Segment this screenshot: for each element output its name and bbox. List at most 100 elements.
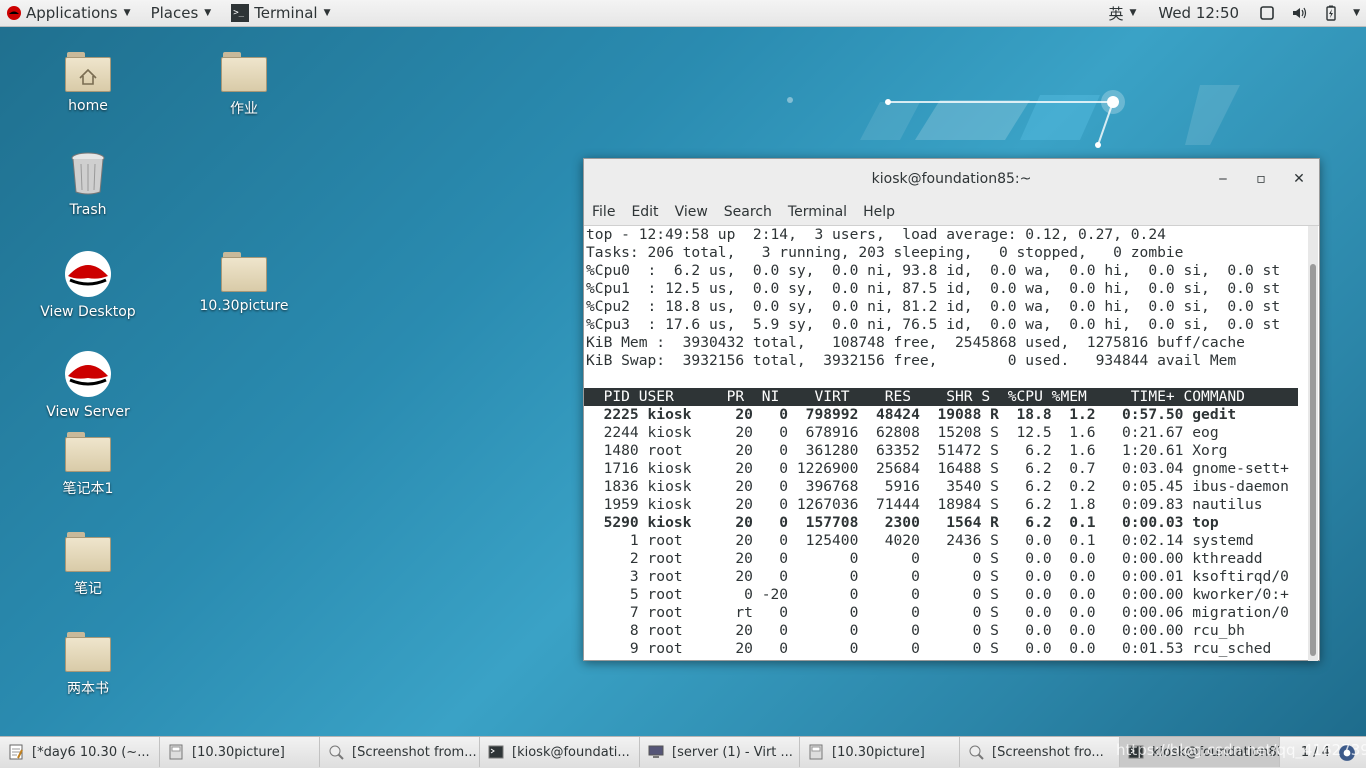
desktop-icon-notes[interactable]: 笔记 — [28, 532, 148, 598]
file-manager-icon — [809, 744, 823, 760]
terminal-icon — [488, 745, 504, 759]
chevron-down-icon: ▼ — [204, 8, 212, 18]
text-editor-icon — [9, 744, 23, 760]
terminal-menubar: File Edit View Search Terminal Help — [584, 199, 1319, 226]
clock[interactable]: Wed 12:50 — [1152, 0, 1245, 27]
process-row: 8 root 20 0 0 0 0 S 0.0 0.0 0:00.00 rcu_… — [586, 622, 1245, 639]
places-label: Places — [150, 4, 199, 22]
process-row: 2 root 20 0 0 0 0 S 0.0 0.0 0:00.00 kthr… — [586, 550, 1263, 567]
top-swap-line: KiB Swap: 3932156 total, 3932156 free, 0… — [586, 352, 1237, 369]
menu-terminal[interactable]: Terminal — [788, 204, 847, 220]
process-row: 2244 kiosk 20 0 678916 62808 15208 S 12.… — [586, 424, 1219, 441]
desktop-icon-label: View Desktop — [40, 304, 136, 320]
terminal-scrollbar[interactable] — [1308, 226, 1318, 661]
chevron-down-icon: ▼ — [323, 8, 331, 18]
folder-icon — [65, 632, 111, 672]
terminal-icon: >_ — [231, 4, 250, 22]
file-manager-icon — [169, 744, 183, 760]
process-row: 2225 kiosk 20 0 798992 48424 19088 R 18.… — [586, 406, 1237, 423]
task-1030picture[interactable]: [10.30picture] — [160, 737, 320, 767]
desktop-icon-notebook1[interactable]: 笔记本1 — [28, 432, 148, 498]
menu-file[interactable]: File — [592, 204, 615, 220]
desktop-icon-view-desktop[interactable]: View Desktop — [28, 250, 148, 320]
input-method-menu[interactable]: 英 ▼ — [1102, 0, 1142, 27]
power-menu[interactable]: ▼ — [1347, 0, 1366, 27]
terminal-window[interactable]: kiosk@foundation85:~ ‒ ▫ ✕ File Edit Vie… — [583, 158, 1320, 661]
task-label: [10.30picture] — [832, 744, 925, 760]
redhat-icon — [65, 351, 111, 397]
task-gedit[interactable]: [*day6 10.30 (~... — [0, 737, 160, 767]
trash-icon — [71, 152, 105, 195]
desktop-icon-home[interactable]: home — [28, 52, 148, 114]
desktop-icon-trash[interactable]: Trash — [28, 150, 148, 218]
maximize-icon[interactable]: ▫ — [1252, 170, 1270, 188]
top-mem-line: KiB Mem : 3930432 total, 108748 free, 25… — [586, 334, 1245, 351]
places-menu[interactable]: Places ▼ — [145, 0, 218, 27]
folder-icon — [65, 432, 111, 472]
clock-label: Wed 12:50 — [1158, 4, 1240, 22]
desktop-icon-label: 笔记本1 — [62, 481, 114, 497]
watermark: https://blog.csdn.net/qq_41627390 — [1116, 741, 1366, 759]
image-viewer-icon — [969, 745, 984, 760]
task-terminal[interactable]: [kiosk@foundati... — [480, 737, 640, 767]
top-tasks-line: Tasks: 206 total, 3 running, 203 sleepin… — [586, 244, 1184, 261]
chevron-down-icon: ▼ — [1353, 8, 1360, 18]
process-table-header: PID USER PR NI VIRT RES SHR S %CPU %MEM … — [584, 388, 1298, 406]
applications-menu[interactable]: Applications ▼ — [0, 0, 137, 27]
task-label: [server (1) - Virt ... — [672, 744, 793, 760]
top-uptime-line: top - 12:49:58 up 2:14, 3 users, load av… — [586, 226, 1166, 243]
task-1030picture-2[interactable]: [10.30picture] — [800, 737, 960, 767]
terminal-app-menu[interactable]: >_ Terminal ▼ — [225, 0, 336, 27]
desktop-icon-label: Trash — [69, 202, 107, 218]
window-icon[interactable] — [1259, 5, 1275, 21]
task-virt-manager[interactable]: [server (1) - Virt ... — [640, 737, 800, 767]
process-row: 5 root 0 -20 0 0 0 S 0.0 0.0 0:00.00 kwo… — [586, 586, 1289, 603]
menu-edit[interactable]: Edit — [631, 204, 658, 220]
desktop-icon-view-server[interactable]: View Server — [28, 350, 148, 420]
menu-search[interactable]: Search — [724, 204, 772, 220]
close-icon[interactable]: ✕ — [1290, 170, 1308, 188]
applications-label: Applications — [26, 4, 118, 22]
desktop-icon-two-books[interactable]: 两本书 — [28, 632, 148, 698]
top-cpu3-line: %Cpu3 : 17.6 us, 5.9 sy, 0.0 ni, 76.5 id… — [586, 316, 1281, 333]
task-screenshot-2[interactable]: [Screenshot fro... — [960, 737, 1120, 767]
terminal-app-label: Terminal — [254, 4, 318, 22]
desktop-icon-1030picture[interactable]: 10.30picture — [184, 252, 304, 314]
redhat-icon — [7, 6, 21, 20]
process-row: 3 root 20 0 0 0 0 S 0.0 0.0 0:00.01 ksof… — [586, 568, 1289, 585]
process-row: 1 root 20 0 125400 4020 2436 S 0.0 0.1 0… — [586, 532, 1254, 549]
battery-icon[interactable] — [1323, 5, 1339, 21]
menu-help[interactable]: Help — [863, 204, 895, 220]
volume-icon[interactable] — [1291, 5, 1307, 21]
image-viewer-icon — [329, 745, 344, 760]
desktop-icon-label: home — [68, 98, 108, 114]
task-label: [Screenshot from... — [352, 744, 477, 760]
scrollbar-thumb[interactable] — [1310, 264, 1316, 656]
top-cpu1-line: %Cpu1 : 12.5 us, 0.0 sy, 0.0 ni, 87.5 id… — [586, 280, 1281, 297]
desktop-icon-label: View Server — [46, 404, 130, 420]
monitor-icon — [648, 745, 664, 758]
window-title: kiosk@foundation85:~ — [871, 171, 1032, 187]
process-row: 7 root rt 0 0 0 0 S 0.0 0.0 0:00.06 migr… — [586, 604, 1289, 621]
terminal-output[interactable]: top - 12:49:58 up 2:14, 3 users, load av… — [584, 226, 1310, 661]
folder-icon — [65, 532, 111, 572]
process-row: 1716 kiosk 20 0 1226900 25684 16488 S 6.… — [586, 460, 1289, 477]
task-label: [10.30picture] — [192, 744, 285, 760]
desktop-icon-label: 两本书 — [67, 681, 109, 697]
top-bar: Applications ▼ Places ▼ >_ Terminal ▼ 英 … — [0, 0, 1366, 27]
folder-icon — [221, 52, 267, 92]
home-folder-icon — [65, 52, 111, 92]
process-row: 1480 root 20 0 361280 63352 51472 S 6.2 … — [586, 442, 1228, 459]
task-screenshot[interactable]: [Screenshot from... — [320, 737, 480, 767]
folder-icon — [221, 252, 267, 292]
task-label: [kiosk@foundati... — [512, 744, 630, 760]
status-area: 英 ▼ Wed 12:50 ▼ — [1102, 0, 1366, 27]
desktop-icon-label: 笔记 — [74, 581, 102, 597]
process-row: 9 root 20 0 0 0 0 S 0.0 0.0 0:01.53 rcu_… — [586, 640, 1272, 657]
task-label: [Screenshot fro... — [992, 744, 1104, 760]
top-cpu0-line: %Cpu0 : 6.2 us, 0.0 sy, 0.0 ni, 93.8 id,… — [586, 262, 1281, 279]
minimize-icon[interactable]: ‒ — [1214, 170, 1232, 188]
menu-view[interactable]: View — [675, 204, 708, 220]
desktop-icon-zuoye[interactable]: 作业 — [184, 52, 304, 118]
terminal-titlebar[interactable]: kiosk@foundation85:~ ‒ ▫ ✕ — [584, 159, 1319, 199]
